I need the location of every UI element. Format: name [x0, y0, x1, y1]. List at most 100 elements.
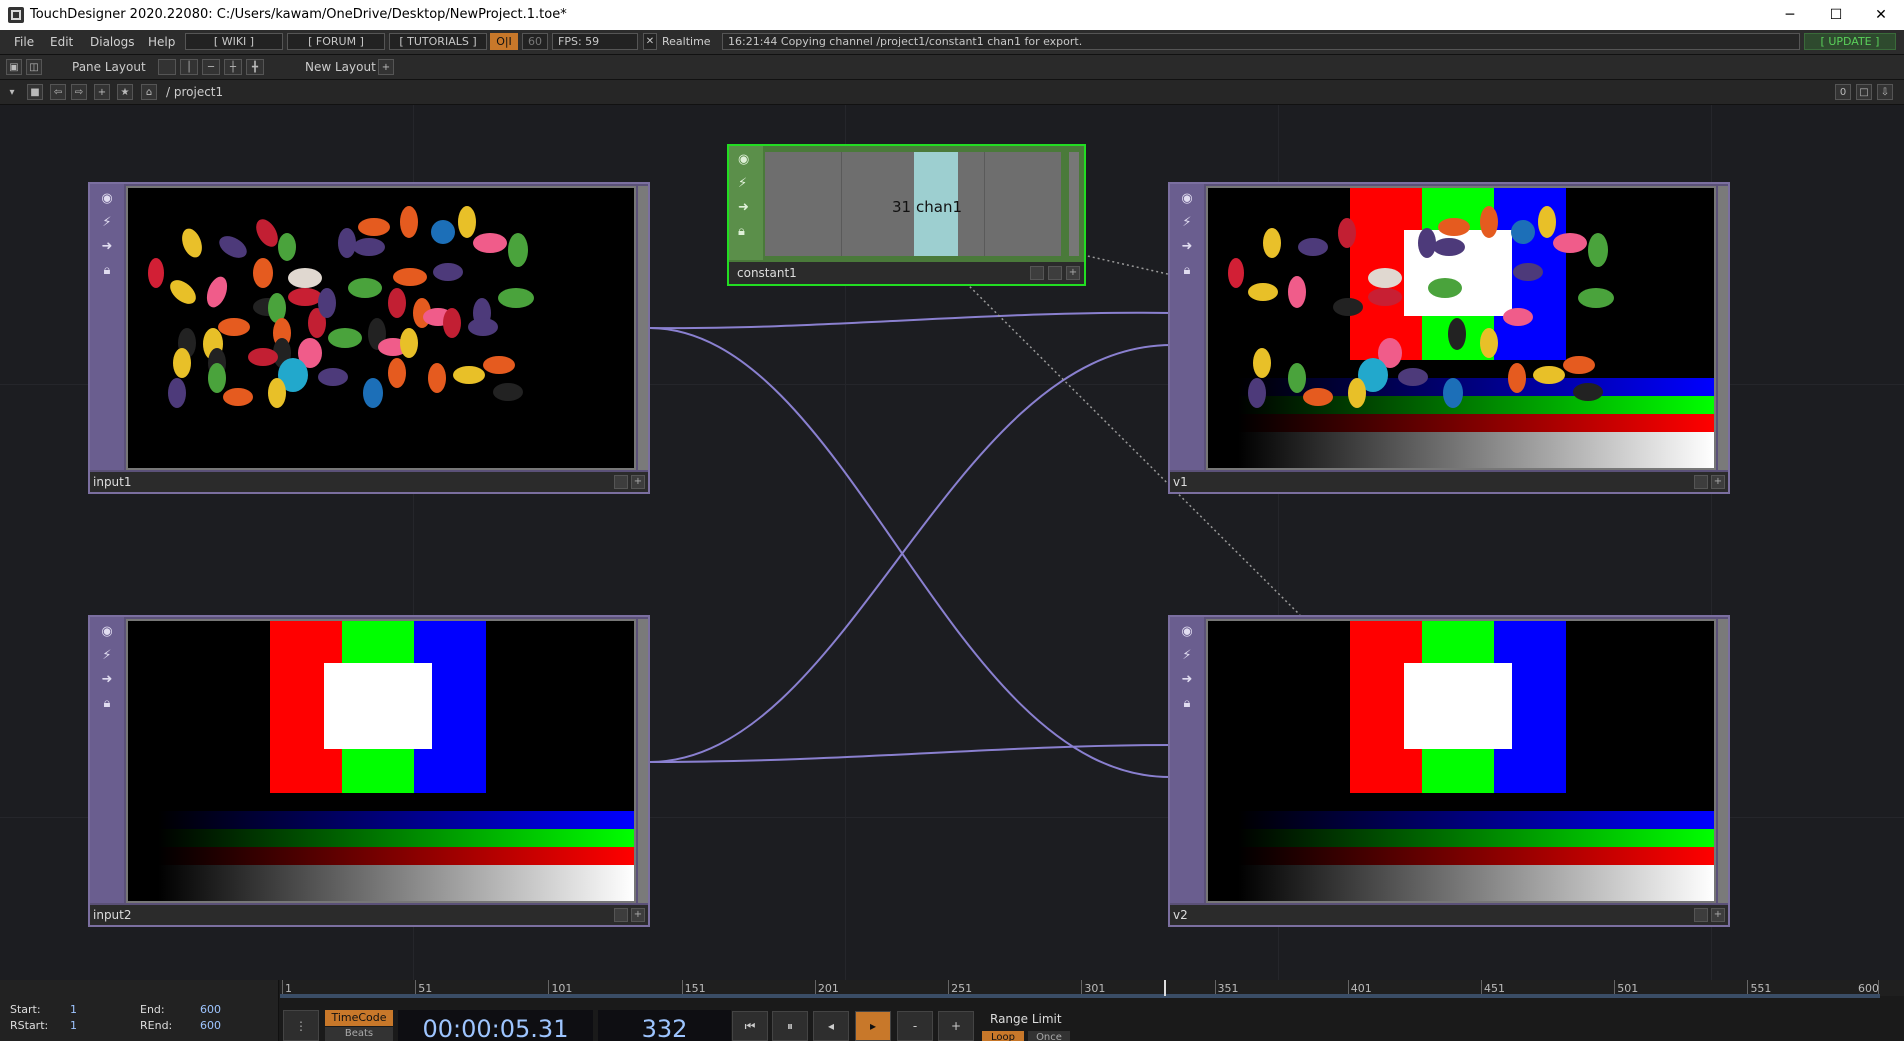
start-value[interactable]: 1: [70, 1003, 77, 1016]
rstart-value[interactable]: 1: [70, 1019, 77, 1032]
bypass-icon[interactable]: ⚡: [738, 176, 747, 191]
bean: [428, 363, 446, 393]
timeline-options-button[interactable]: ⋮: [283, 1010, 319, 1041]
node-expand-button[interactable]: +: [1711, 475, 1725, 489]
speed-up-button[interactable]: +: [938, 1011, 974, 1041]
bean: [1398, 368, 1428, 386]
bean: [400, 206, 418, 238]
wire-input2-v1[interactable]: [649, 344, 1173, 763]
rstart-label: RStart:: [10, 1019, 49, 1032]
bean: [215, 231, 251, 263]
bean: [1288, 363, 1306, 393]
timeline-ruler[interactable]: 1 51 101 151 201 251 301 351 401 451 501 551 600: [280, 980, 1904, 998]
bean: [348, 278, 382, 298]
timeline-tick-line: [814, 980, 816, 994]
node-expand-button[interactable]: +: [631, 908, 645, 922]
wire-input1-v1[interactable]: [649, 311, 1173, 330]
bean: [1338, 218, 1356, 248]
timecode-toggle[interactable]: TimeCode: [325, 1010, 393, 1026]
bean: [208, 363, 226, 393]
bean: [1573, 383, 1603, 401]
rend-value[interactable]: 600: [200, 1019, 221, 1032]
pause-button[interactable]: ⏸: [772, 1011, 808, 1041]
once-toggle[interactable]: Once: [1028, 1031, 1070, 1041]
node-label[interactable]: input2: [90, 905, 648, 925]
viewer-icon[interactable]: ◉: [99, 623, 115, 639]
speed-down-button[interactable]: -: [897, 1011, 933, 1041]
viewer-icon[interactable]: ◉: [1179, 623, 1195, 639]
rewind-button[interactable]: ⏮: [732, 1011, 768, 1041]
node-dot-button[interactable]: [1048, 266, 1062, 280]
node-input2[interactable]: ◉ ⚡ ➜ 🔒︎ input2 +: [88, 615, 650, 927]
bean: [353, 238, 385, 256]
timecode-display[interactable]: 00:00:05.31: [398, 1010, 593, 1041]
bean: [1253, 348, 1271, 378]
timeline-tick-line: [1480, 980, 1482, 994]
bypass-icon[interactable]: ⚡: [99, 214, 115, 230]
frame-display[interactable]: 332: [598, 1010, 731, 1041]
timeline-playhead[interactable]: [1163, 980, 1166, 996]
node-viewer-test-pattern: [126, 619, 636, 903]
node-expand-button[interactable]: +: [631, 475, 645, 489]
display-icon[interactable]: ➜: [738, 200, 749, 215]
node-dot-button[interactable]: [614, 475, 628, 489]
viewer-icon[interactable]: ◉: [1179, 190, 1195, 206]
display-icon[interactable]: ➜: [99, 671, 115, 687]
node-v1[interactable]: ◉ ⚡ ➜ 🔒︎ v1 +: [1168, 182, 1730, 494]
wire-input1-v2[interactable]: [649, 327, 1173, 779]
node-dot-button[interactable]: [1694, 908, 1708, 922]
node-expand-button[interactable]: +: [1711, 908, 1725, 922]
timeline-settings: Start: 1 End: 600 RStart: 1 REnd: 600: [0, 980, 279, 1041]
timeline-tick-label: 51: [418, 982, 433, 995]
bean: [498, 288, 534, 308]
green-gradient: [158, 829, 634, 847]
timeline-tick-line: [1347, 980, 1349, 994]
bean: [1533, 366, 1565, 384]
node-v2[interactable]: ◉ ⚡ ➜ 🔒︎ v2 +: [1168, 615, 1730, 927]
bean: [253, 258, 273, 288]
loop-toggle[interactable]: Loop: [982, 1031, 1024, 1041]
node-dot-button[interactable]: [1030, 266, 1044, 280]
play-button[interactable]: ▸: [855, 1011, 891, 1041]
bypass-icon[interactable]: ⚡: [99, 647, 115, 663]
step-back-button[interactable]: ◂: [813, 1011, 849, 1041]
chop-viewer: 31 chan1: [765, 152, 1061, 256]
bypass-icon[interactable]: ⚡: [1179, 214, 1195, 230]
bean: [443, 308, 461, 338]
beats-toggle[interactable]: Beats: [325, 1027, 393, 1041]
node-label[interactable]: input1: [90, 472, 648, 492]
grid-line: [841, 152, 842, 256]
bean: [388, 358, 406, 388]
lock-icon[interactable]: 🔒︎: [1179, 695, 1195, 711]
display-icon[interactable]: ➜: [1179, 671, 1195, 687]
viewer-icon[interactable]: ◉: [99, 190, 115, 206]
bean: [148, 258, 164, 288]
bean: [288, 288, 322, 306]
lock-icon[interactable]: 🔒︎: [738, 224, 745, 239]
node-input1[interactable]: ◉ ⚡ ➜ 🔒︎ input1 +: [88, 182, 650, 494]
viewer-icon[interactable]: ◉: [738, 152, 749, 167]
bean: [1503, 308, 1533, 326]
node-strip: ◉ ⚡ ➜ 🔒︎: [90, 617, 124, 903]
node-dot-button[interactable]: [614, 908, 628, 922]
blue-gradient: [158, 811, 634, 829]
timeline-tick-label: 201: [817, 982, 839, 995]
lock-icon[interactable]: 🔒︎: [99, 262, 115, 278]
bypass-icon[interactable]: ⚡: [1179, 647, 1195, 663]
node-label[interactable]: v1: [1170, 472, 1728, 492]
bean: [393, 268, 427, 286]
lock-icon[interactable]: 🔒︎: [99, 695, 115, 711]
timeline-tick-label: 1: [285, 982, 292, 995]
display-icon[interactable]: ➜: [99, 238, 115, 254]
lock-icon[interactable]: 🔒︎: [1179, 262, 1195, 278]
node-dot-button[interactable]: [1694, 475, 1708, 489]
bean: [328, 328, 362, 348]
node-constant1[interactable]: ◉ ⚡ ➜ 🔒︎ 31 chan1 constant1 +: [727, 144, 1086, 286]
end-value[interactable]: 600: [200, 1003, 221, 1016]
display-icon[interactable]: ➜: [1179, 238, 1195, 254]
node-input-side: [638, 619, 648, 903]
node-label[interactable]: v2: [1170, 905, 1728, 925]
node-expand-button[interactable]: +: [1066, 266, 1080, 280]
timeline-tick-label: 451: [1483, 982, 1505, 995]
end-label: End:: [140, 1003, 165, 1016]
